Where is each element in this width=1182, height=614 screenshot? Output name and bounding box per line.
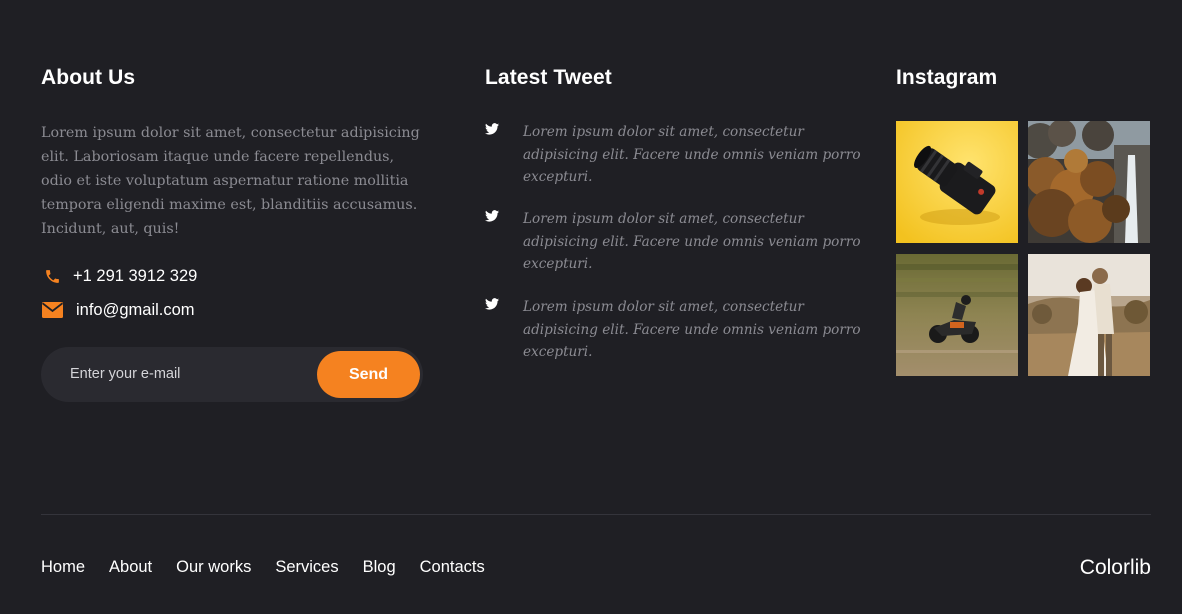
- motorcycle-photo[interactable]: [896, 254, 1018, 376]
- nav-link-blog[interactable]: Blog: [363, 558, 396, 577]
- twitter-icon: [485, 209, 499, 223]
- tweet-text: Lorem ipsum dolor sit amet, consectetur …: [523, 211, 861, 272]
- email-address: info@gmail.com: [76, 300, 195, 319]
- nav-link-services[interactable]: Services: [275, 558, 338, 577]
- nav-link-our-works[interactable]: Our works: [176, 558, 251, 577]
- nav-link-about[interactable]: About: [109, 558, 152, 577]
- tweet-text: Lorem ipsum dolor sit amet, consectetur …: [523, 124, 861, 185]
- footer-nav: Home About Our works Services Blog Conta…: [41, 558, 509, 577]
- tweet-text: Lorem ipsum dolor sit amet, consectetur …: [523, 299, 861, 360]
- waterfall-photo[interactable]: [1028, 121, 1150, 243]
- footer-divider: [41, 514, 1151, 515]
- phone-number: +1 291 3912 329: [73, 266, 198, 285]
- couple-photo[interactable]: [1028, 254, 1150, 376]
- twitter-icon: [485, 297, 499, 311]
- twitter-icon: [485, 122, 499, 136]
- latest-tweet-heading: Latest Tweet: [485, 66, 612, 89]
- envelope-icon: [41, 299, 63, 321]
- send-button[interactable]: Send: [317, 351, 420, 398]
- about-us-text: Lorem ipsum dolor sit amet, consectetur …: [41, 125, 420, 237]
- contact-phone[interactable]: +1 291 3912 329: [41, 265, 197, 287]
- contact-email[interactable]: info@gmail.com: [41, 299, 195, 321]
- phone-icon: [41, 265, 63, 287]
- email-input[interactable]: [70, 361, 330, 387]
- newsletter-form: Send: [41, 347, 423, 402]
- instagram-heading: Instagram: [896, 66, 998, 89]
- about-us-heading: About Us: [41, 66, 136, 89]
- nav-link-contacts[interactable]: Contacts: [420, 558, 485, 577]
- camera-photo[interactable]: [896, 121, 1018, 243]
- nav-link-home[interactable]: Home: [41, 558, 85, 577]
- instagram-gallery: [896, 121, 1152, 377]
- brand-logo[interactable]: Colorlib: [1080, 556, 1151, 580]
